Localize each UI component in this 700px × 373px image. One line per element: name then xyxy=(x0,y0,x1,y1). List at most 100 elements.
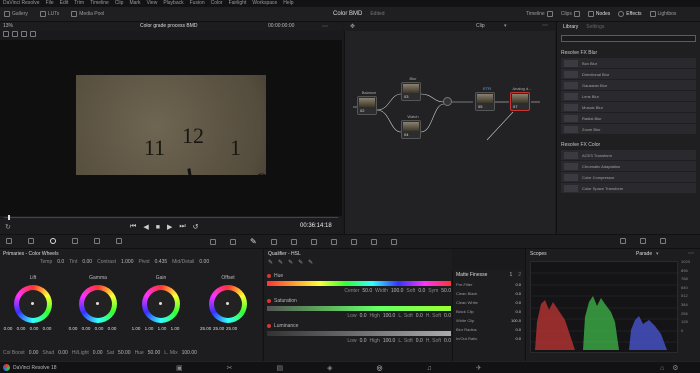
playhead[interactable] xyxy=(8,215,10,220)
lum-lsoft-value[interactable]: 0.0 xyxy=(416,338,423,344)
sat-high-value[interactable]: 100.0 xyxy=(383,313,396,319)
effects-button[interactable]: Effects xyxy=(618,11,642,17)
color-warper-icon[interactable] xyxy=(230,239,236,245)
menu-item[interactable]: Help xyxy=(283,0,293,7)
offset-puck[interactable] xyxy=(226,302,229,305)
gallery-still-icon[interactable] xyxy=(30,31,36,37)
reverse-icon[interactable]: ◀ xyxy=(143,223,148,231)
loop-icon[interactable]: ↻ xyxy=(5,223,11,231)
more-icon[interactable]: ⋯ xyxy=(542,22,548,29)
mid-detail-value[interactable]: 0.00 xyxy=(199,259,209,265)
matte-row[interactable]: Clean Black 0.0 xyxy=(453,289,524,298)
sat-value[interactable]: 50.00 xyxy=(118,350,131,356)
pan-icon[interactable]: ✥ xyxy=(350,23,355,30)
matte-value[interactable]: 0.0 xyxy=(515,300,521,305)
nodes-button[interactable]: Nodes xyxy=(587,11,610,17)
scope-mode-select[interactable]: Parade xyxy=(636,251,652,257)
hue-soft-value[interactable]: 0.0 xyxy=(418,288,425,294)
gamma-values[interactable]: 0.00 0.00 0.00 0.00 xyxy=(68,326,117,331)
camera-raw-icon[interactable] xyxy=(6,238,12,244)
hue-value[interactable]: 50.00 xyxy=(148,350,161,356)
color-match-icon[interactable] xyxy=(28,238,34,244)
lift-puck[interactable] xyxy=(31,302,34,305)
library-item[interactable]: Color Space Transform xyxy=(561,183,696,193)
picker-icon[interactable]: ✎ xyxy=(268,259,273,266)
luts-button[interactable]: LUTs xyxy=(39,11,59,17)
skip-back-icon[interactable]: ⏮ xyxy=(130,223,136,231)
gamma-wheel[interactable] xyxy=(79,285,117,323)
library-item[interactable]: Chromatic Adaptation xyxy=(561,161,696,171)
hi-light-value[interactable]: 0.00 xyxy=(93,350,103,356)
viewer-zoom[interactable]: 13% xyxy=(3,23,13,29)
menu-item[interactable]: DaVinci Resolve xyxy=(3,0,40,7)
chevron-down-icon[interactable]: ▾ xyxy=(504,23,507,29)
offset-wheel[interactable] xyxy=(209,285,247,323)
library-item[interactable]: Color Compressor xyxy=(561,172,696,182)
shad-value[interactable]: 0.00 xyxy=(58,350,68,356)
sat-lsoft-value[interactable]: 0.0 xyxy=(416,313,423,319)
media-pool-button[interactable]: Media Pool xyxy=(71,11,104,17)
menu-item[interactable]: Workspace xyxy=(252,0,277,7)
page-2-button[interactable]: 2 xyxy=(518,272,521,278)
lift-values[interactable]: 0.00 0.00 0.00 0.00 xyxy=(3,326,52,331)
matte-value[interactable]: 0.0 xyxy=(515,291,521,296)
deliver-page-icon[interactable]: ✈ xyxy=(476,364,482,372)
node-etr[interactable]: ETR 05 xyxy=(475,86,495,111)
stop-icon[interactable]: ■ xyxy=(156,224,160,231)
library-item[interactable]: Zoom Blur xyxy=(561,124,696,134)
tab-settings[interactable]: Settings xyxy=(586,24,604,30)
mixer-node[interactable] xyxy=(443,97,452,106)
clips-button[interactable]: Clips xyxy=(561,11,580,17)
scopes-icon[interactable] xyxy=(620,238,626,244)
library-item[interactable]: Radial Blur xyxy=(561,113,696,123)
matte-row[interactable]: Clean White 0.0 xyxy=(453,298,524,307)
node-watch[interactable]: Watch 04 xyxy=(401,114,421,139)
hue-enabled-icon[interactable] xyxy=(267,274,271,278)
temp-value[interactable]: 0.0 xyxy=(57,259,64,265)
matte-value[interactable]: 0.0 xyxy=(515,309,521,314)
hue-slider[interactable] xyxy=(267,281,451,286)
menu-item[interactable]: Mark xyxy=(129,0,140,7)
menu-item[interactable]: View xyxy=(147,0,158,7)
menu-item[interactable]: Fusion xyxy=(190,0,205,7)
luminance-enabled-icon[interactable] xyxy=(267,324,271,328)
fusion-page-icon[interactable]: ◈ xyxy=(327,364,332,372)
motion-effects-icon[interactable] xyxy=(116,238,122,244)
gamma-puck[interactable] xyxy=(96,302,99,305)
chevron-down-icon[interactable]: ▾ xyxy=(656,251,659,257)
matte-value[interactable]: 100.0 xyxy=(511,318,521,323)
edit-page-icon[interactable]: ▤ xyxy=(277,364,284,372)
hue-center-value[interactable]: 50.0 xyxy=(362,288,372,294)
menu-item[interactable]: Edit xyxy=(60,0,69,7)
feather-minus-icon[interactable]: ✎ xyxy=(298,259,303,266)
rgb-mixer-icon[interactable] xyxy=(94,238,100,244)
lum-mix-value[interactable]: 100.00 xyxy=(182,350,197,356)
matte-row[interactable]: Pre-Filter 0.0 xyxy=(453,280,524,289)
menu-item[interactable]: Timeline xyxy=(90,0,109,7)
expand-icon[interactable] xyxy=(660,238,666,244)
library-item[interactable]: Box Blur xyxy=(561,58,696,68)
library-item[interactable]: ACES Transform xyxy=(561,150,696,160)
feather-plus-icon[interactable]: ✎ xyxy=(308,259,313,266)
pivot-value[interactable]: 0.435 xyxy=(155,259,168,265)
qualifier-icon[interactable]: ✎ xyxy=(250,238,257,246)
matte-value[interactable]: 0.0 xyxy=(515,336,521,341)
node-balance[interactable]: Balance 02 xyxy=(357,90,377,115)
menu-item[interactable]: File xyxy=(46,0,54,7)
saturation-enabled-icon[interactable] xyxy=(267,299,271,303)
lightbox-button[interactable]: Lightbox xyxy=(649,11,676,17)
gain-wheel[interactable] xyxy=(142,285,180,323)
menu-item[interactable]: Playback xyxy=(163,0,183,7)
fairlight-page-icon[interactable]: ♫ xyxy=(427,365,432,372)
node-blur[interactable]: Blur 03 xyxy=(401,76,421,101)
matte-row[interactable]: Blur Radius 0.0 xyxy=(453,325,524,334)
curves-icon[interactable] xyxy=(210,239,216,245)
tint-value[interactable]: 0.00 xyxy=(82,259,92,265)
tracker-icon[interactable] xyxy=(290,239,297,245)
saturation-slider[interactable] xyxy=(267,306,451,311)
matte-row[interactable]: In/Out Ratio 0.0 xyxy=(453,334,524,343)
scrubber-track[interactable] xyxy=(4,217,338,218)
hdr-icon[interactable] xyxy=(72,238,78,244)
gain-puck[interactable] xyxy=(159,302,162,305)
node-analog[interactable]: Analog d... 07 xyxy=(510,86,532,111)
